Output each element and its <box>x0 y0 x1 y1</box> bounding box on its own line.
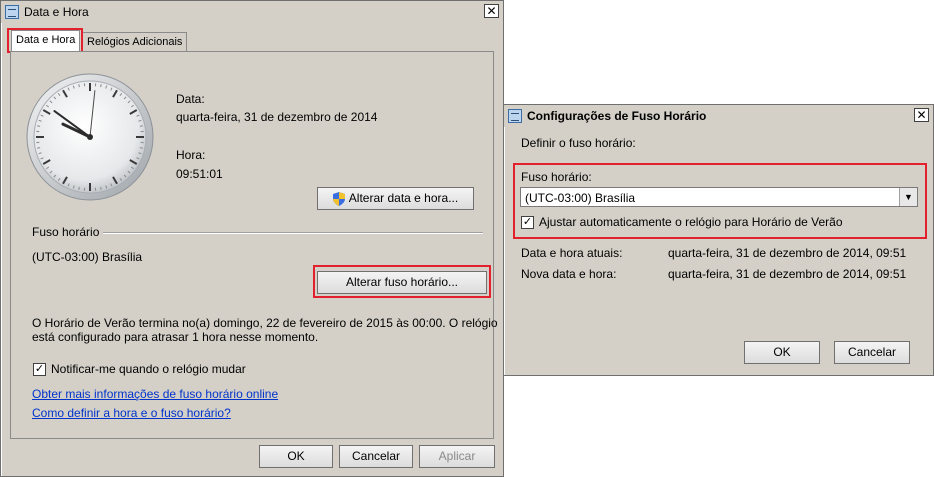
timezone-separator <box>103 232 483 233</box>
dst-checkbox[interactable]: ✓ <box>521 216 534 229</box>
clock-minute-mark <box>139 125 143 127</box>
close-button[interactable]: ✕ <box>914 108 929 122</box>
timezone-section-label: Fuso horário <box>32 225 100 239</box>
tab-data-e-hora[interactable]: Data e Hora <box>11 30 81 52</box>
window-title: Data e Hora <box>24 5 89 19</box>
current-datetime-label: Data e hora atuais: <box>521 246 623 260</box>
date-label: Data: <box>176 92 205 106</box>
link-how-to-set-time[interactable]: Como definir a hora e o fuso horário? <box>32 406 231 420</box>
new-datetime-value: quarta-feira, 31 de dezembro de 2014, 09… <box>668 267 907 281</box>
shield-icon <box>332 191 345 206</box>
dst-note-line-1: O Horário de Verão termina no(a) domingo… <box>32 316 498 330</box>
timezone-settings-window: Configurações de Fuso Horário ✕ Definir … <box>503 104 934 376</box>
clock-minute-mark <box>139 147 143 149</box>
clock-minute-mark <box>78 186 80 190</box>
timezone-select[interactable]: (UTC-03:00) Brasília ▼ <box>520 187 918 207</box>
timezone-selected-value: (UTC-03:00) Brasília <box>525 191 636 205</box>
new-datetime-label: Nova data e hora: <box>521 267 617 281</box>
analog-clock <box>26 73 154 201</box>
tab-relogios-adicionais[interactable]: Relógios Adicionais <box>82 32 188 52</box>
clock-minute-mark <box>37 147 41 149</box>
change-datetime-label: Alterar data e hora... <box>348 191 459 205</box>
change-datetime-button[interactable]: Alterar data e hora... <box>317 187 474 210</box>
timezone-label: Fuso horário: <box>521 170 592 184</box>
clock-minute-mark <box>37 125 41 127</box>
dst-note-line-2: está configurado para atrasar 1 hora nes… <box>32 330 319 344</box>
calendar-icon <box>5 5 19 19</box>
cancel-button[interactable]: Cancelar <box>339 445 413 468</box>
chevron-down-icon[interactable]: ▼ <box>899 188 917 206</box>
title-bar[interactable]: Configurações de Fuso Horário ✕ <box>504 105 933 127</box>
close-button[interactable]: ✕ <box>484 4 499 18</box>
apply-button: Aplicar <box>419 445 495 468</box>
date-time-window: Data e Hora ✕ Data e Hora Relógios Adici… <box>0 0 504 477</box>
link-more-timezone-info[interactable]: Obter mais informações de fuso horário o… <box>32 387 278 401</box>
tab-panel: Data: quarta-feira, 31 de dezembro de 20… <box>10 51 498 439</box>
ok-button[interactable]: OK <box>744 341 820 364</box>
notify-checkbox[interactable]: ✓ <box>33 363 46 376</box>
notify-checkbox-label: Notificar-me quando o relógio mudar <box>51 362 246 376</box>
timezone-value: (UTC-03:00) Brasília <box>32 250 143 264</box>
date-value: quarta-feira, 31 de dezembro de 2014 <box>176 110 378 124</box>
clock-minute-mark <box>100 186 102 190</box>
window-title: Configurações de Fuso Horário <box>527 109 707 123</box>
dst-checkbox-label: Ajustar automaticamente o relógio para H… <box>539 215 843 229</box>
clock-minute-mark <box>100 84 102 88</box>
title-bar[interactable]: Data e Hora ✕ <box>1 1 503 23</box>
calendar-icon <box>508 109 522 123</box>
cancel-button[interactable]: Cancelar <box>834 341 910 364</box>
ok-button[interactable]: OK <box>259 445 333 468</box>
set-timezone-label: Definir o fuso horário: <box>521 136 636 150</box>
change-timezone-button[interactable]: Alterar fuso horário... <box>317 271 487 294</box>
time-label: Hora: <box>176 148 206 162</box>
clock-minute-mark <box>78 84 80 88</box>
time-value: 09:51:01 <box>176 167 223 181</box>
current-datetime-value: quarta-feira, 31 de dezembro de 2014, 09… <box>668 246 907 260</box>
